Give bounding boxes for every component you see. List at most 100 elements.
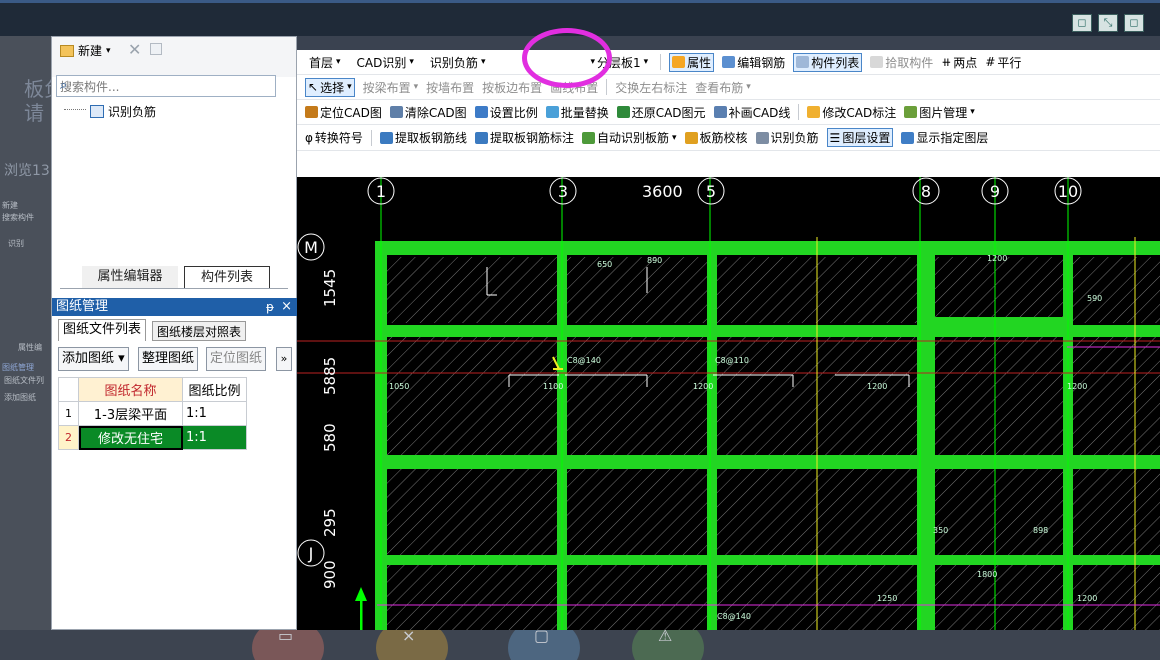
slab-hatch <box>387 337 557 455</box>
fill-cad-button[interactable]: 补画CAD线 <box>713 104 790 121</box>
add-drawing-label: 添加图纸 <box>62 351 115 366</box>
slab-hatch <box>387 469 557 555</box>
slab-hatch <box>567 337 707 455</box>
by-edge-button[interactable]: 按板边布置 <box>482 79 542 96</box>
tree-item-negative-rebar[interactable]: 识别负筋 <box>64 103 156 120</box>
extract-mark-button[interactable]: 提取板钢筋标注 <box>474 129 574 146</box>
table-row[interactable]: 1 1-3层梁平面 1:1 <box>58 401 247 426</box>
cad-text: 1200 <box>693 382 713 391</box>
id-neg-button[interactable]: 识别负筋 <box>755 129 819 146</box>
drawing-manager-title: 图纸管理 <box>56 299 109 314</box>
restore-label: 还原CAD图元 <box>631 105 706 120</box>
tab-properties[interactable]: 属性编辑器 <box>82 266 178 288</box>
dimension-label: 900 <box>321 560 339 589</box>
image-label: 图片管理 <box>919 105 968 120</box>
id-neg-icon <box>755 131 769 144</box>
two-point-icon: ⧺ <box>941 55 952 69</box>
convert-symbol-button[interactable]: φ 转换符号 <box>305 129 363 146</box>
component-tree: 识别负筋 <box>58 103 294 263</box>
view-lay-button[interactable]: 查看布筋 ▾ <box>695 79 751 96</box>
cad-canvas[interactable]: 1 3 5 8 9 10 3600 M J 1545 580 5885 900 295 C8@140 C8@… <box>297 177 1160 630</box>
dimension-label: 580 <box>321 423 339 452</box>
pick-component-button[interactable]: 拾取构件 <box>870 54 933 71</box>
background-new: 新建 <box>2 201 18 210</box>
convert-label: 转换符号 <box>314 131 363 145</box>
image-icon <box>904 106 918 118</box>
pin-icon[interactable]: ᵽ <box>266 298 274 316</box>
separator <box>660 54 662 70</box>
cad-text: 1800 <box>977 570 997 579</box>
restore-icon[interactable]: ◻ <box>1072 14 1092 32</box>
add-drawing-button[interactable]: 添加图纸 ▾ <box>58 347 129 371</box>
swap-button[interactable]: 交换左右标注 <box>615 79 687 96</box>
parallel-label: 平行 <box>997 55 1022 70</box>
slab-hatch <box>933 565 1063 630</box>
slab-hatch <box>567 257 707 323</box>
cad-text: C8@110 <box>715 356 749 365</box>
drawing-table: 图纸名称 图纸比例 1 1-3层梁平面 1:1 2 修改无住宅 1:1 <box>58 377 247 450</box>
shrink-icon[interactable]: ⤡ <box>1098 14 1118 32</box>
select-button[interactable]: ↖ 选择 ▾ <box>305 77 355 97</box>
type-select[interactable]: 识别负筋 ▾ <box>426 52 490 72</box>
close-icon[interactable]: × <box>281 298 292 316</box>
drawing-manager-header: 图纸管理 ᵽ × <box>52 298 298 316</box>
by-beam-button[interactable]: 按梁布置 ▾ <box>363 79 419 96</box>
cad-text: C8@140 <box>717 612 751 621</box>
beam <box>927 317 1067 327</box>
tab-drawing-files[interactable]: 图纸文件列表 <box>58 319 147 341</box>
cad-text: 1050 <box>389 382 409 391</box>
search-icon[interactable]: ⌕ <box>60 78 267 93</box>
layer-set-label: 图层设置 <box>842 131 891 145</box>
cad-id-select[interactable]: CAD识别 ▾ <box>353 52 418 72</box>
row-name[interactable]: 1-3层梁平面 <box>78 401 183 426</box>
by-edge-label: 按板边布置 <box>482 80 543 95</box>
fill-icon <box>713 106 727 118</box>
tab-drawing-floors[interactable]: 图纸楼层对照表 <box>152 321 247 341</box>
component-list-button[interactable]: 构件列表 <box>793 52 863 72</box>
clear-cad-button[interactable]: 清除CAD图 <box>389 104 467 121</box>
restore-cad-button[interactable]: 还原CAD图元 <box>616 104 706 121</box>
cad-text: 1200 <box>987 254 1007 263</box>
more-icon[interactable]: » <box>276 347 292 371</box>
maximize-icon[interactable]: ◻ <box>1124 14 1144 32</box>
image-manage-button[interactable]: 图片管理 ▾ <box>904 104 975 121</box>
show-layer-button[interactable]: 显示指定图层 <box>901 129 988 146</box>
table-row-selected[interactable]: 2 修改无住宅 1:1 <box>58 425 247 450</box>
check-button[interactable]: 板筋校核 <box>684 129 748 146</box>
slab-hatch <box>387 257 557 323</box>
header-name: 图纸名称 <box>78 377 183 402</box>
copy-icon[interactable] <box>150 43 162 55</box>
attr-label: 属性 <box>687 55 712 70</box>
tab-component-list[interactable]: 构件列表 <box>184 266 270 288</box>
type-value: 识别负筋 <box>429 55 478 70</box>
parallel-button[interactable]: # 平行 <box>985 54 1021 71</box>
attr-icon <box>672 56 686 68</box>
floor-select[interactable]: 首层 ▾ <box>305 52 345 72</box>
arrange-drawing-button[interactable]: 整理图纸 <box>138 347 199 371</box>
two-point-button[interactable]: ⧺ 两点 <box>941 54 977 71</box>
by-wall-button[interactable]: 按墙布置 <box>426 79 474 96</box>
delete-icon[interactable]: ✕ <box>128 40 141 59</box>
search-input[interactable]: 搜索构件... ⌕ <box>56 75 276 97</box>
new-button[interactable]: 新建 ▾ <box>60 42 111 59</box>
set-scale-button[interactable]: 设置比例 <box>474 104 538 121</box>
locate-cad-button[interactable]: 定位CAD图 <box>305 104 382 121</box>
slab-hatch <box>933 257 1063 323</box>
extract-line-button[interactable]: 提取板钢筋线 <box>379 129 467 146</box>
floor-value: 首层 <box>309 55 334 70</box>
show-layer-label: 显示指定图层 <box>916 131 989 145</box>
attr-button[interactable]: 属性 <box>669 52 715 72</box>
extract-line-label: 提取板钢筋线 <box>394 131 467 145</box>
edit-rebar-button[interactable]: 编辑钢筋 <box>722 54 785 71</box>
modify-cad-button[interactable]: 修改CAD标注 <box>807 104 896 121</box>
beam <box>375 241 1160 255</box>
dimension-label: 295 <box>321 508 339 537</box>
locate-drawing-button[interactable]: 定位图纸 <box>206 347 267 371</box>
batch-replace-button[interactable]: 批量替换 <box>545 104 609 121</box>
locate-icon <box>305 106 318 118</box>
row-name[interactable]: 修改无住宅 <box>78 425 183 450</box>
auto-id-button[interactable]: 自动识别板筋 ▾ <box>581 129 677 146</box>
select-label: 选择 <box>320 80 345 95</box>
row-scale: 1:1 <box>182 425 247 450</box>
layer-set-button[interactable]: ☰ 图层设置 <box>826 128 894 147</box>
